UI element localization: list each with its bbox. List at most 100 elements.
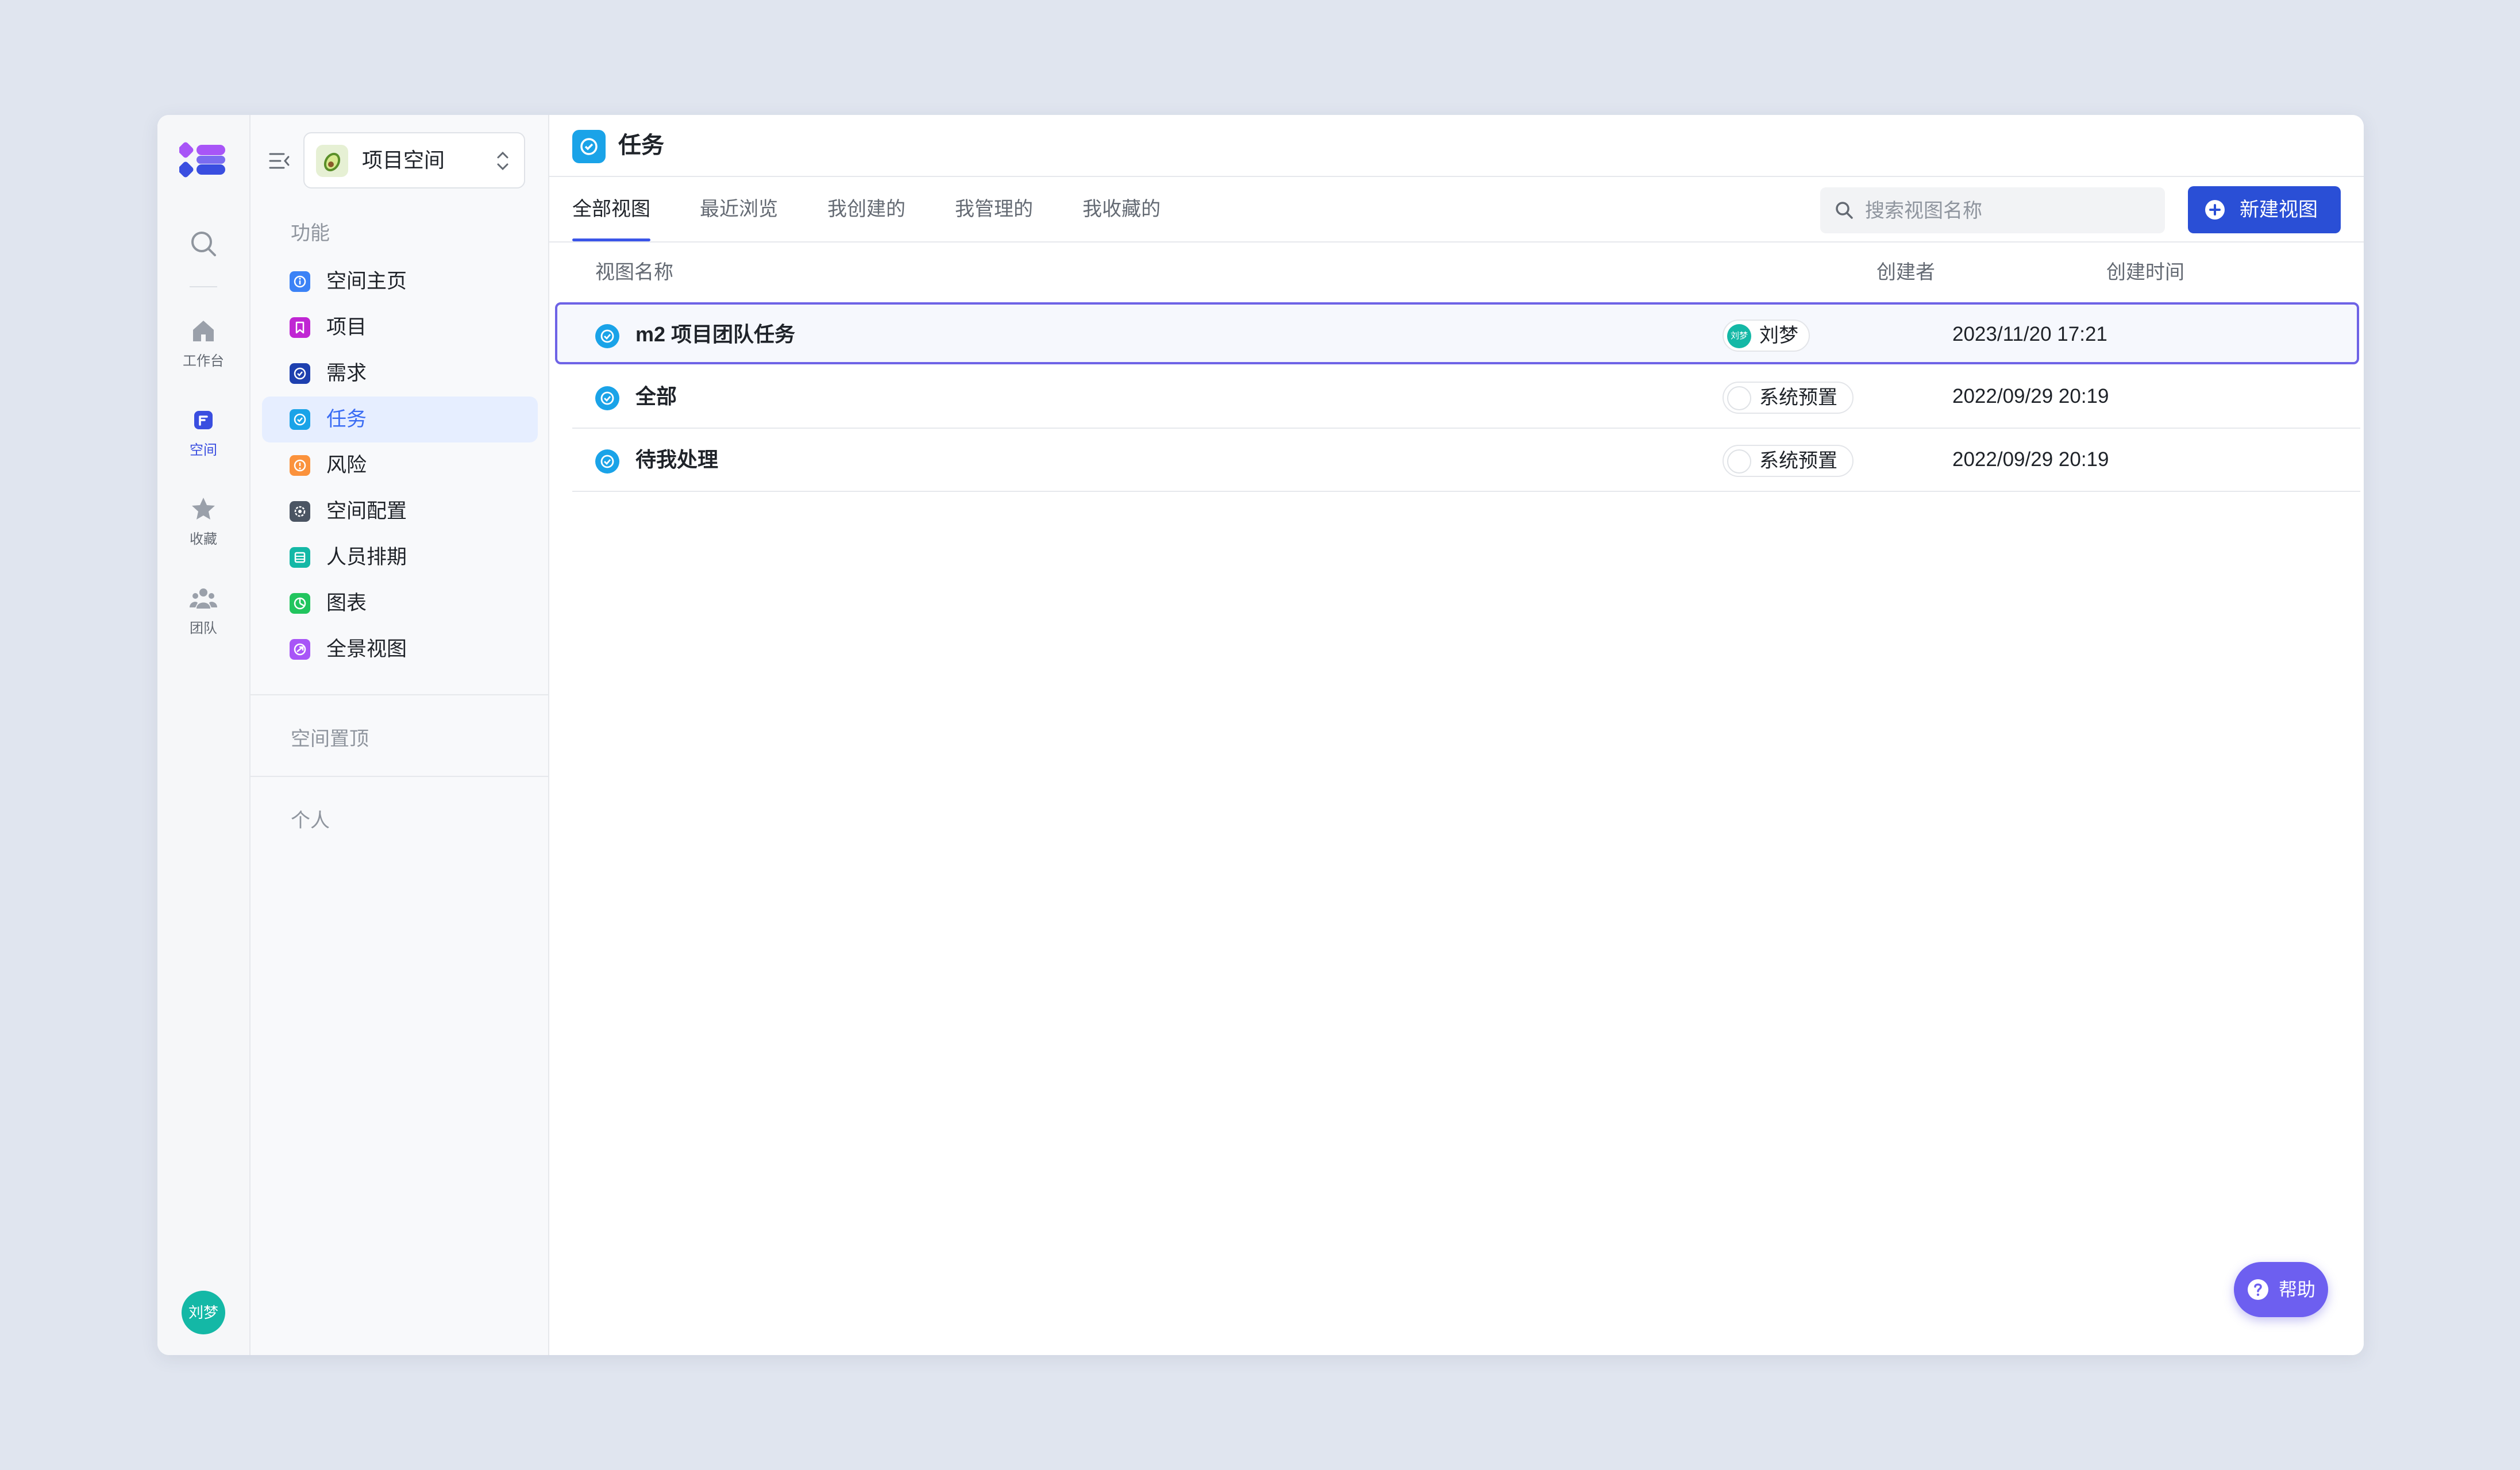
sidebar-divider: [251, 694, 548, 695]
system-avatar-icon: [1727, 449, 1751, 474]
system-avatar-icon: [1727, 386, 1751, 410]
creator-chip[interactable]: 刘梦 刘梦: [1723, 320, 1810, 352]
search-icon: [1836, 202, 1853, 219]
view-name: m2 项目团队任务: [635, 322, 796, 346]
sidebar-item-risk[interactable]: 风险: [262, 442, 538, 488]
sidebar-item-label: 风险: [326, 454, 367, 476]
search-icon[interactable]: [187, 228, 219, 260]
page-title: 任务: [618, 133, 664, 158]
rail-item-label: 空间: [190, 442, 217, 458]
team-icon: [190, 588, 217, 609]
check-circle-icon: [290, 363, 310, 384]
icon-rail: 工作台 空间 收藏 团队 刘梦: [157, 115, 251, 1355]
table-row[interactable]: m2 项目团队任务 刘梦 刘梦 2023/11/20 17:21: [555, 302, 2359, 364]
bookmark-icon: [290, 317, 310, 338]
creator-name: 刘梦: [1759, 325, 1798, 347]
sidebar-item-label: 全景视图: [326, 638, 407, 660]
sidebar-item-label: 空间配置: [326, 500, 407, 522]
sidebar-item-label: 需求: [326, 362, 367, 384]
creator-chip[interactable]: 系统预置: [1723, 382, 1854, 414]
sidebar-item-label: 人员排期: [326, 546, 407, 568]
view-name: 全部: [635, 384, 677, 408]
sidebar-item-task[interactable]: 任务: [262, 397, 538, 442]
collapse-sidebar-icon[interactable]: [267, 148, 292, 174]
sidebar-item-staff-schedule[interactable]: 人员排期: [262, 534, 538, 580]
rail-item-team[interactable]: 团队: [157, 583, 249, 637]
section-label-pinned: 空间置顶: [291, 728, 369, 750]
rail-item-workbench[interactable]: 工作台: [157, 316, 249, 370]
task-view-icon: [595, 324, 619, 348]
sidebar-item-requirement[interactable]: 需求: [262, 351, 538, 397]
sidebar-item-charts[interactable]: 图表: [262, 580, 538, 626]
new-view-button[interactable]: 新建视图: [2188, 186, 2341, 233]
app-logo[interactable]: [178, 140, 228, 180]
app-window: 工作台 空间 收藏 团队 刘梦 项目空间 功能 空间主页 项目 需求 任务 风险…: [157, 115, 2364, 1355]
creator-avatar: 刘梦: [1727, 324, 1751, 348]
section-label-personal: 个人: [291, 810, 330, 832]
rail-item-label: 收藏: [190, 532, 217, 547]
sidebar-item-label: 项目: [326, 316, 367, 338]
new-view-label: 新建视图: [2240, 199, 2318, 221]
created-time: 2022/09/29 20:19: [1952, 385, 2109, 407]
warning-icon: [290, 455, 310, 476]
rail-item-favorites[interactable]: 收藏: [157, 494, 249, 548]
search-box[interactable]: [1820, 187, 2165, 234]
sidebar-item-project[interactable]: 项目: [262, 305, 538, 351]
sidebar-item-label: 任务: [326, 408, 367, 430]
panorama-icon: [290, 639, 310, 660]
space-selector[interactable]: 项目空间: [303, 132, 525, 188]
table-header: 视图名称 创建者 创建时间: [549, 243, 2364, 302]
sidebar-item-label: 图表: [326, 592, 367, 614]
task-icon: [572, 130, 606, 163]
rail-item-space[interactable]: 空间: [157, 405, 249, 459]
table-row[interactable]: 待我处理 系统预置 2022/09/29 20:19: [572, 430, 2360, 492]
section-label-features: 功能: [291, 222, 330, 244]
view-name: 待我处理: [635, 448, 719, 471]
chevron-updown-icon: [497, 151, 508, 171]
column-header-name: 视图名称: [595, 261, 673, 283]
task-view-icon: [595, 449, 619, 474]
user-avatar[interactable]: 刘梦: [182, 1291, 225, 1334]
help-label: 帮助: [2279, 1279, 2316, 1300]
creator-name: 系统预置: [1759, 387, 1837, 409]
calendar-icon: [290, 547, 310, 568]
sidebar-item-label: 空间主页: [326, 270, 407, 293]
tab-recent[interactable]: 最近浏览: [700, 177, 778, 241]
search-input[interactable]: [1864, 187, 2153, 234]
rail-item-label: 团队: [190, 621, 217, 636]
page-header: 任务: [549, 115, 2364, 177]
creator-chip[interactable]: 系统预置: [1723, 445, 1854, 477]
created-time: 2022/09/29 20:19: [1952, 448, 2109, 471]
creator-name: 系统预置: [1759, 450, 1837, 472]
main-content: 任务 全部视图 最近浏览 我创建的 我管理的 我收藏的 新建视图 视图名称 创建…: [549, 115, 2364, 1355]
sidebar-item-panorama[interactable]: 全景视图: [262, 626, 538, 672]
space-name: 项目空间: [362, 148, 445, 172]
sidebar-item-space-home[interactable]: 空间主页: [262, 259, 538, 305]
check-circle-icon: [290, 409, 310, 430]
star-icon: [192, 498, 215, 519]
tab-favorited[interactable]: 我收藏的: [1082, 177, 1161, 241]
space-icon: [194, 411, 213, 429]
task-view-icon: [595, 386, 619, 410]
sidebar-item-space-config[interactable]: 空间配置: [262, 488, 538, 534]
avocado-icon: [316, 145, 348, 177]
tab-all-views[interactable]: 全部视图: [572, 177, 650, 241]
gear-icon: [290, 501, 310, 522]
home-icon: [193, 321, 214, 341]
question-icon: [2248, 1279, 2268, 1300]
tab-managed-by-me[interactable]: 我管理的: [955, 177, 1033, 241]
help-button[interactable]: 帮助: [2234, 1262, 2328, 1317]
space-sidebar: 项目空间 功能 空间主页 项目 需求 任务 风险 空间配置 人员排期 图表 全景…: [251, 115, 549, 1355]
tab-created-by-me[interactable]: 我创建的: [827, 177, 905, 241]
info-icon: [290, 271, 310, 292]
sidebar-divider: [251, 776, 548, 777]
rail-divider: [190, 286, 217, 287]
column-header-creator: 创建者: [1876, 261, 1935, 283]
column-header-created: 创建时间: [2106, 261, 2184, 283]
plus-circle-icon: [2205, 200, 2225, 220]
created-time: 2023/11/20 17:21: [1952, 323, 2107, 345]
view-tabs: 全部视图 最近浏览 我创建的 我管理的 我收藏的 新建视图: [549, 177, 2364, 243]
chart-icon: [290, 593, 310, 614]
rail-item-label: 工作台: [183, 353, 224, 369]
table-row[interactable]: 全部 系统预置 2022/09/29 20:19: [572, 367, 2360, 429]
